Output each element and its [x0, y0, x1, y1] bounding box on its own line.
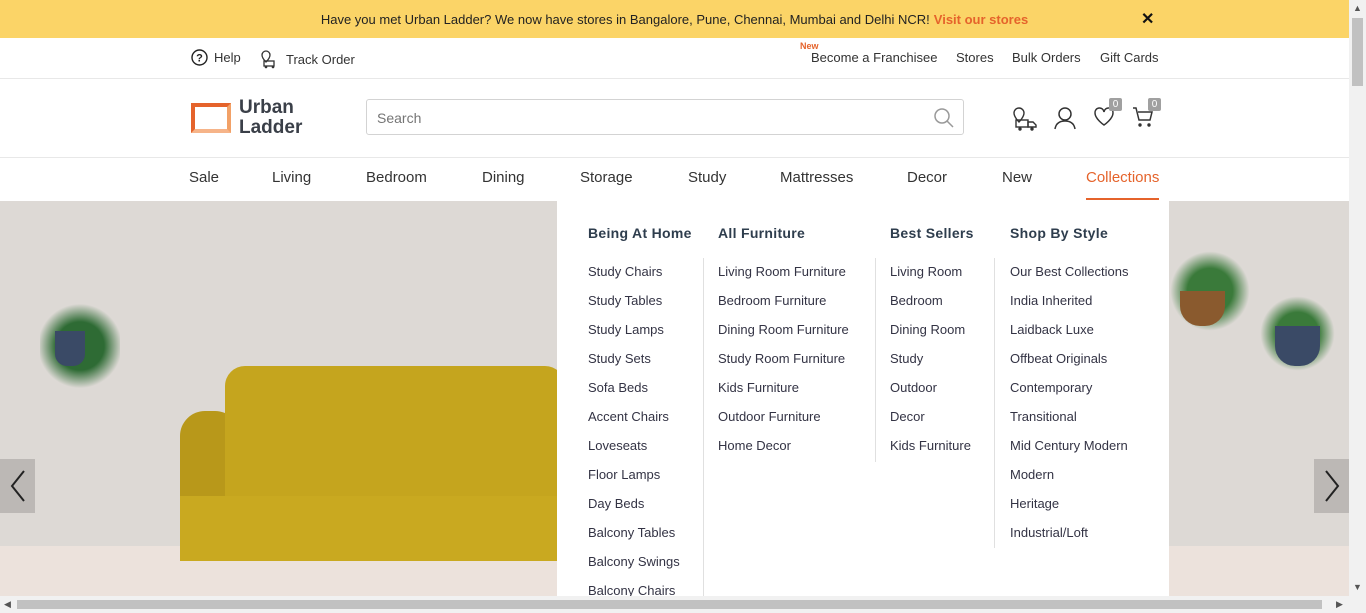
announcement-banner: Have you met Urban Ladder? We now have s… — [0, 0, 1349, 38]
menu-item[interactable]: Study Tables — [588, 293, 680, 322]
help-label: Help — [214, 50, 241, 65]
menu-item[interactable]: Laidback Luxe — [1010, 322, 1129, 351]
track-order-label: Track Order — [286, 51, 355, 67]
urban-ladder-logo[interactable]: Urban Ladder — [191, 98, 302, 138]
menu-item[interactable]: Study Room Furniture — [718, 351, 849, 380]
nav-item-new[interactable]: New — [1002, 169, 1032, 186]
menu-item[interactable]: Kids Furniture — [718, 380, 849, 409]
menu-item[interactable]: Floor Lamps — [588, 467, 680, 496]
search-input[interactable] — [367, 100, 919, 136]
close-icon[interactable]: ✕ — [1141, 9, 1154, 29]
scroll-right-icon[interactable]: ▶ — [1336, 599, 1343, 610]
carousel-next-button[interactable] — [1314, 459, 1349, 513]
nav-item-study[interactable]: Study — [688, 169, 726, 186]
main-nav: Sale Living Bedroom Dining Storage Study… — [0, 158, 1349, 201]
stores-link[interactable]: Stores — [956, 50, 994, 65]
menu-item[interactable]: Dining Room — [890, 322, 971, 351]
nav-item-collections[interactable]: Collections — [1086, 169, 1159, 186]
menu-item[interactable]: Sofa Beds — [588, 380, 680, 409]
menu-item[interactable]: Study Lamps — [588, 322, 680, 351]
horizontal-scroll-thumb[interactable] — [17, 600, 1322, 609]
scroll-down-icon[interactable]: ▼ — [1353, 582, 1362, 592]
svg-text:?: ? — [196, 53, 203, 65]
chevron-right-icon — [1324, 470, 1339, 502]
column-heading[interactable]: All Furniture — [718, 225, 805, 241]
menu-item[interactable]: Outdoor Furniture — [718, 409, 849, 438]
menu-item[interactable]: Heritage — [1010, 496, 1129, 525]
carousel-prev-button[interactable] — [0, 459, 35, 513]
user-icon[interactable] — [1054, 106, 1076, 130]
menu-item[interactable]: Study — [890, 351, 971, 380]
help-icon: ? — [191, 49, 208, 66]
nav-item-decor[interactable]: Decor — [907, 169, 947, 186]
cart-button[interactable]: 0 — [1132, 98, 1161, 128]
scroll-up-icon[interactable]: ▲ — [1353, 3, 1362, 13]
bulk-orders-link[interactable]: Bulk Orders — [1012, 50, 1081, 65]
menu-item[interactable]: Decor — [890, 409, 971, 438]
nav-item-living[interactable]: Living — [272, 169, 311, 186]
column-divider — [875, 258, 876, 462]
menu-item[interactable]: Accent Chairs — [588, 409, 680, 438]
become-franchisee-link[interactable]: Become a Franchisee — [811, 50, 937, 65]
active-nav-indicator — [1086, 198, 1159, 200]
menu-item[interactable]: Dining Room Furniture — [718, 322, 849, 351]
column-divider — [703, 258, 704, 596]
nav-item-storage[interactable]: Storage — [580, 169, 633, 186]
cart-count-badge: 0 — [1148, 98, 1161, 111]
search-icon[interactable] — [933, 107, 955, 129]
logo-text-line2: Ladder — [239, 117, 303, 138]
help-link[interactable]: ? Help — [191, 49, 241, 66]
wishlist-button[interactable]: 0 — [1093, 98, 1122, 128]
wishlist-count-badge: 0 — [1109, 98, 1122, 111]
column-heading[interactable]: Being At Home — [588, 225, 692, 241]
location-truck-icon — [261, 50, 275, 69]
top-utility-bar: ? Help Track Order New Become a Franchis… — [0, 38, 1349, 79]
logo-text-line1: Urban — [239, 97, 294, 118]
menu-item[interactable]: Offbeat Originals — [1010, 351, 1129, 380]
menu-item[interactable]: Outdoor — [890, 380, 971, 409]
menu-item[interactable]: Bedroom Furniture — [718, 293, 849, 322]
banner-message: Have you met Urban Ladder? We now have s… — [320, 11, 930, 27]
menu-item[interactable]: Modern — [1010, 467, 1129, 496]
track-delivery-icon[interactable] — [1012, 106, 1039, 132]
visit-stores-link[interactable]: Visit our stores — [934, 12, 1028, 27]
menu-item[interactable]: Industrial/Loft — [1010, 525, 1129, 554]
scroll-left-icon[interactable]: ◀ — [4, 599, 11, 610]
menu-item[interactable]: Mid Century Modern — [1010, 438, 1129, 467]
menu-item[interactable]: Transitional — [1010, 409, 1129, 438]
nav-item-bedroom[interactable]: Bedroom — [366, 169, 427, 186]
menu-item[interactable]: Home Decor — [718, 438, 849, 467]
column-heading[interactable]: Best Sellers — [890, 225, 974, 241]
menu-item[interactable]: Contemporary — [1010, 380, 1129, 409]
collections-mega-menu: Being At Home Study Chairs Study Tables … — [557, 201, 1169, 598]
nav-item-dining[interactable]: Dining — [482, 169, 525, 186]
menu-item[interactable]: India Inherited — [1010, 293, 1129, 322]
menu-item[interactable]: Study Sets — [588, 351, 680, 380]
logo-mark-icon — [191, 103, 231, 133]
menu-item[interactable]: Balcony Tables — [588, 525, 680, 554]
nav-item-sale[interactable]: Sale — [189, 169, 219, 186]
menu-item[interactable]: Bedroom — [890, 293, 971, 322]
menu-item[interactable]: Loveseats — [588, 438, 680, 467]
menu-item[interactable]: Balcony Swings — [588, 554, 680, 583]
track-order-link[interactable]: Track Order — [260, 49, 355, 69]
menu-item[interactable]: Study Chairs — [588, 264, 680, 293]
horizontal-scrollbar[interactable]: ◀ ▶ — [0, 596, 1349, 613]
menu-item[interactable]: Living Room Furniture — [718, 264, 849, 293]
column-heading[interactable]: Shop By Style — [1010, 225, 1108, 241]
vertical-scrollbar[interactable]: ▲ ▼ — [1349, 0, 1366, 613]
chevron-left-icon — [10, 470, 25, 502]
menu-item[interactable]: Kids Furniture — [890, 438, 971, 467]
vertical-scroll-thumb[interactable] — [1352, 18, 1363, 86]
menu-item[interactable]: Our Best Collections — [1010, 264, 1129, 293]
site-header: Urban Ladder 0 0 — [0, 79, 1349, 158]
column-divider — [994, 258, 995, 548]
gift-cards-link[interactable]: Gift Cards — [1100, 50, 1159, 65]
menu-item[interactable]: Day Beds — [588, 496, 680, 525]
search-box — [366, 99, 964, 136]
nav-item-mattresses[interactable]: Mattresses — [780, 169, 853, 186]
menu-item[interactable]: Living Room — [890, 264, 971, 293]
